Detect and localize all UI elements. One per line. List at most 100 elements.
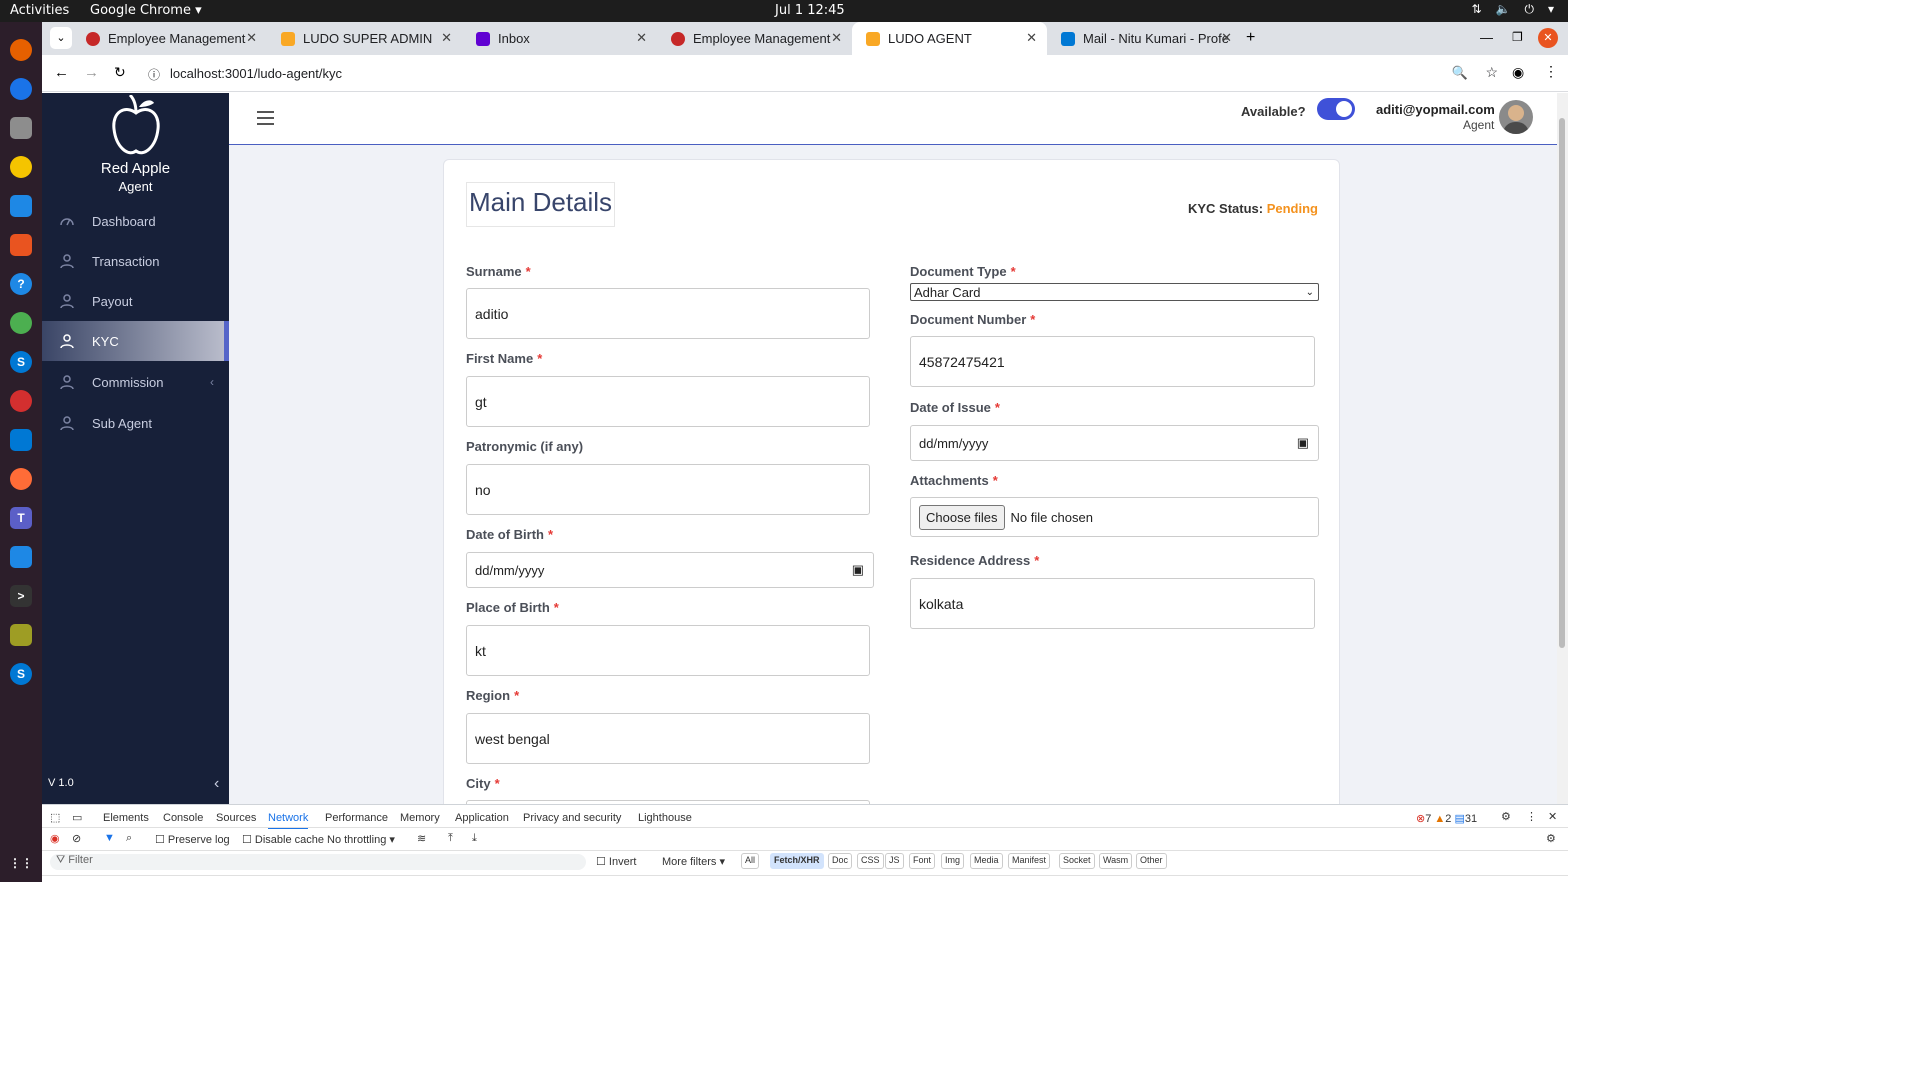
- region-field[interactable]: west bengal: [466, 713, 870, 764]
- tab-ludo-agent[interactable]: LUDO AGENT ✕: [852, 22, 1047, 55]
- app-menu[interactable]: Google Chrome ▾: [90, 3, 202, 18]
- new-tab-button[interactable]: +: [1246, 29, 1255, 47]
- pob-field[interactable]: kt: [466, 625, 870, 676]
- filter-chip-font[interactable]: Font: [909, 853, 936, 869]
- postman-icon[interactable]: [10, 468, 32, 490]
- sidebar-item-commission[interactable]: Commission ‹: [42, 362, 229, 402]
- filter-chip-other[interactable]: Other: [1136, 853, 1167, 869]
- profile-icon[interactable]: ◉: [1512, 64, 1524, 81]
- show-apps-icon[interactable]: ⋮⋮: [9, 852, 33, 874]
- calendar-icon[interactable]: ▣: [1297, 435, 1309, 451]
- device-toolbar-icon[interactable]: ▭: [72, 811, 82, 824]
- disable-cache-checkbox[interactable]: ☐ Disable cache: [242, 833, 324, 846]
- reload-icon[interactable]: ↻: [114, 64, 126, 81]
- clock[interactable]: Jul 1 12:45: [775, 3, 845, 18]
- filter-chip-js[interactable]: JS: [885, 853, 904, 869]
- more-filters-button[interactable]: More filters ▾: [662, 855, 725, 868]
- files-icon[interactable]: [10, 117, 32, 139]
- filter-chip-wasm[interactable]: Wasm: [1099, 853, 1133, 869]
- activities-button[interactable]: Activities: [10, 3, 69, 18]
- tab-ludo-super-admin[interactable]: LUDO SUPER ADMIN ✕: [267, 22, 462, 55]
- archive-icon[interactable]: [10, 624, 32, 646]
- filter-chip-img[interactable]: Img: [941, 853, 965, 869]
- text-editor-icon[interactable]: [10, 546, 32, 568]
- issue-date-field[interactable]: dd/mm/yyyy ▣: [910, 425, 1319, 461]
- patronymic-field[interactable]: no: [466, 464, 870, 515]
- close-icon[interactable]: ✕: [246, 30, 257, 46]
- sidebar-item-sub-agent[interactable]: Sub Agent: [42, 403, 229, 443]
- close-icon[interactable]: ✕: [636, 30, 647, 46]
- first-name-field[interactable]: gt: [466, 376, 870, 427]
- sidebar-item-kyc[interactable]: KYC: [42, 321, 229, 361]
- scrollbar-thumb[interactable]: [1559, 118, 1565, 648]
- devtools-close-icon[interactable]: ✕: [1548, 810, 1557, 823]
- sidebar-item-payout[interactable]: Payout: [42, 281, 229, 321]
- bookmark-star-icon[interactable]: ☆: [1485, 64, 1498, 81]
- invert-checkbox[interactable]: ☐ Invert: [596, 855, 636, 868]
- filter-icon[interactable]: ▼: [104, 832, 115, 844]
- filter-chip-media[interactable]: Media: [970, 853, 1003, 869]
- filter-chip-socket[interactable]: Socket: [1059, 853, 1095, 869]
- clear-icon[interactable]: ⊘: [72, 832, 81, 845]
- devtools-tab-application[interactable]: Application: [455, 812, 509, 824]
- residence-address-field[interactable]: kolkata: [910, 578, 1315, 629]
- firefox-icon[interactable]: [10, 39, 32, 61]
- dob-field[interactable]: dd/mm/yyyy ▣: [466, 552, 874, 588]
- rhythmbox-icon[interactable]: [10, 156, 32, 178]
- issue-counts[interactable]: ⊗7 ▲2 ▤31: [1416, 812, 1477, 825]
- teams-icon[interactable]: T: [10, 507, 32, 529]
- close-icon[interactable]: ✕: [831, 30, 842, 46]
- filter-chip-css[interactable]: CSS: [857, 853, 884, 869]
- search-icon[interactable]: ⌕: [126, 832, 132, 845]
- devtools-settings-icon[interactable]: ⚙: [1501, 810, 1511, 823]
- close-icon[interactable]: ✕: [1026, 30, 1037, 46]
- system-tray[interactable]: ⇅ 🔈 ⏻ ▾: [1471, 2, 1554, 17]
- skype-icon[interactable]: S: [10, 351, 32, 373]
- download-icon[interactable]: ⤓: [472, 832, 477, 845]
- close-icon[interactable]: ✕: [1221, 30, 1232, 46]
- devtools-tab-lighthouse[interactable]: Lighthouse: [638, 812, 692, 824]
- filter-chip-all[interactable]: All: [741, 853, 760, 869]
- tab-search-icon[interactable]: ⌄: [50, 27, 72, 49]
- hamburger-menu-icon[interactable]: [257, 111, 274, 125]
- devtools-tab-privacy[interactable]: Privacy and security: [523, 812, 621, 824]
- preserve-log-checkbox[interactable]: ☐ Preserve log: [155, 833, 230, 846]
- terminal-icon[interactable]: >: [10, 585, 32, 607]
- vscode-icon[interactable]: [10, 429, 32, 451]
- info-icon[interactable]: ⓘ: [148, 66, 160, 83]
- record-icon[interactable]: ◉: [50, 832, 60, 845]
- sidebar-item-dashboard[interactable]: Dashboard: [42, 201, 229, 241]
- filter-chip-manifest[interactable]: Manifest: [1008, 853, 1051, 869]
- devtools-tab-elements[interactable]: Elements: [103, 812, 149, 824]
- devtools-tab-sources[interactable]: Sources: [216, 812, 256, 824]
- tab-employee-management-1[interactable]: Employee Management ✕: [72, 22, 267, 55]
- throttling-select[interactable]: No throttling ▾: [327, 833, 395, 846]
- tab-mail[interactable]: Mail - Nitu Kumari - Profe ✕: [1047, 22, 1242, 55]
- back-icon[interactable]: ←: [54, 64, 69, 81]
- devtools-tab-console[interactable]: Console: [163, 812, 203, 824]
- page-scrollbar[interactable]: [1557, 93, 1568, 804]
- upload-icon[interactable]: ⤒: [448, 832, 453, 845]
- collapse-sidebar-icon[interactable]: ‹: [214, 775, 219, 793]
- sidebar-item-transaction[interactable]: Transaction: [42, 241, 229, 281]
- filter-input[interactable]: ⛛ Filter: [50, 854, 586, 870]
- choose-files-button[interactable]: Choose files: [919, 504, 1005, 530]
- window-close-icon[interactable]: ✕: [1538, 28, 1558, 48]
- surname-field[interactable]: aditio: [466, 288, 870, 339]
- devtools-tab-performance[interactable]: Performance: [325, 812, 388, 824]
- document-number-field[interactable]: 45872475421: [910, 336, 1315, 387]
- close-icon[interactable]: ✕: [441, 30, 452, 46]
- calendar-icon[interactable]: ▣: [852, 562, 864, 578]
- chrome-icon[interactable]: [10, 312, 32, 334]
- minimize-icon[interactable]: —: [1480, 30, 1493, 45]
- restore-icon[interactable]: ❐: [1512, 30, 1523, 44]
- filter-chip-fetch-xhr[interactable]: Fetch/XHR: [770, 853, 824, 869]
- network-conditions-icon[interactable]: ≋: [417, 832, 426, 845]
- document-type-select[interactable]: Adhar Card ⌄: [910, 283, 1319, 301]
- software-icon[interactable]: [10, 234, 32, 256]
- tab-employee-management-2[interactable]: Employee Management ✕: [657, 22, 852, 55]
- devtools-tab-memory[interactable]: Memory: [400, 812, 440, 824]
- thunderbird-icon[interactable]: [10, 78, 32, 100]
- filter-chip-doc[interactable]: Doc: [828, 853, 853, 869]
- network-settings-icon[interactable]: ⚙: [1546, 832, 1556, 845]
